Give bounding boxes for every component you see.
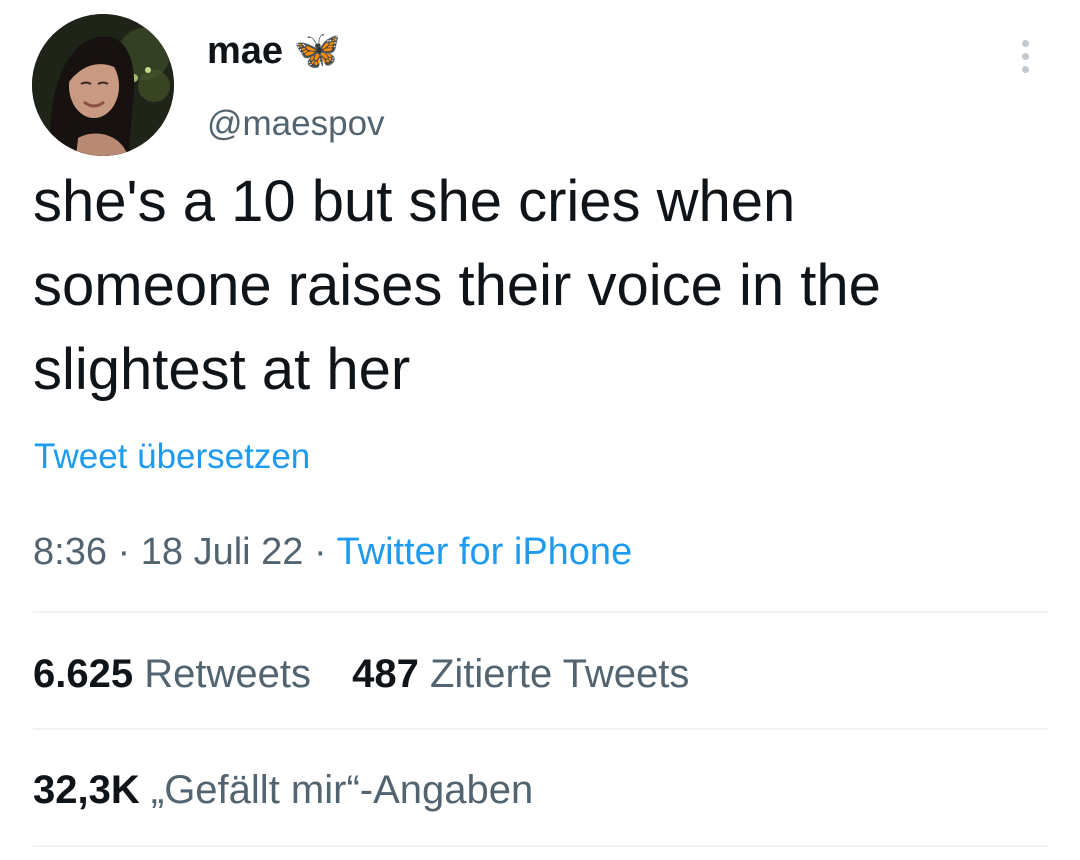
divider [33,611,1048,613]
tweet-detail: mae 🦋 @maespov she's a 10 but she cries … [0,0,1080,860]
avatar[interactable] [32,14,174,156]
quote-tweets-stat[interactable]: 487 Zitierte Tweets [352,649,689,699]
likes-label: „Gefällt mir“-Angaben [150,768,534,812]
more-vertical-icon[interactable] [1010,34,1040,78]
meta-separator: · [117,531,131,573]
user-handle[interactable]: @maespov [207,102,385,146]
avatar-image [32,14,174,156]
likes-stat[interactable]: 32,3K „Gefällt mir“-Angaben [33,765,533,815]
retweets-stat[interactable]: 6.625 Retweets [33,649,311,699]
retweets-label: Retweets [144,652,311,696]
tweet-time[interactable]: 8:36 [33,531,107,573]
retweets-count: 6.625 [33,652,134,696]
tweet-text-line: slightest at her [33,337,411,402]
divider [33,728,1048,730]
tweet-date[interactable]: 18 Juli 22 [141,531,304,573]
quote-tweets-count: 487 [352,652,419,696]
display-name[interactable]: mae 🦋 [207,28,341,74]
tweet-source-link[interactable]: Twitter for iPhone [337,531,633,573]
tweet-metadata: 8:36 · 18 Juli 22 · Twitter for iPhone [33,527,632,577]
tweet-text-line: she's a 10 but she cries when [33,169,796,234]
likes-count: 32,3K [33,768,140,812]
divider [33,845,1048,847]
tweet-text: she's a 10 but she cries when someone ra… [33,160,1043,412]
stats-row-likes: 32,3K „Gefällt mir“-Angaben [33,765,563,815]
tweet-text-line: someone raises their voice in the [33,253,881,318]
meta-separator: · [313,531,327,573]
quote-tweets-label: Zitierte Tweets [429,652,690,696]
translate-tweet-link[interactable]: Tweet übersetzen [34,434,310,480]
stats-row-retweets: 6.625 Retweets 487 Zitierte Tweets [33,649,719,699]
